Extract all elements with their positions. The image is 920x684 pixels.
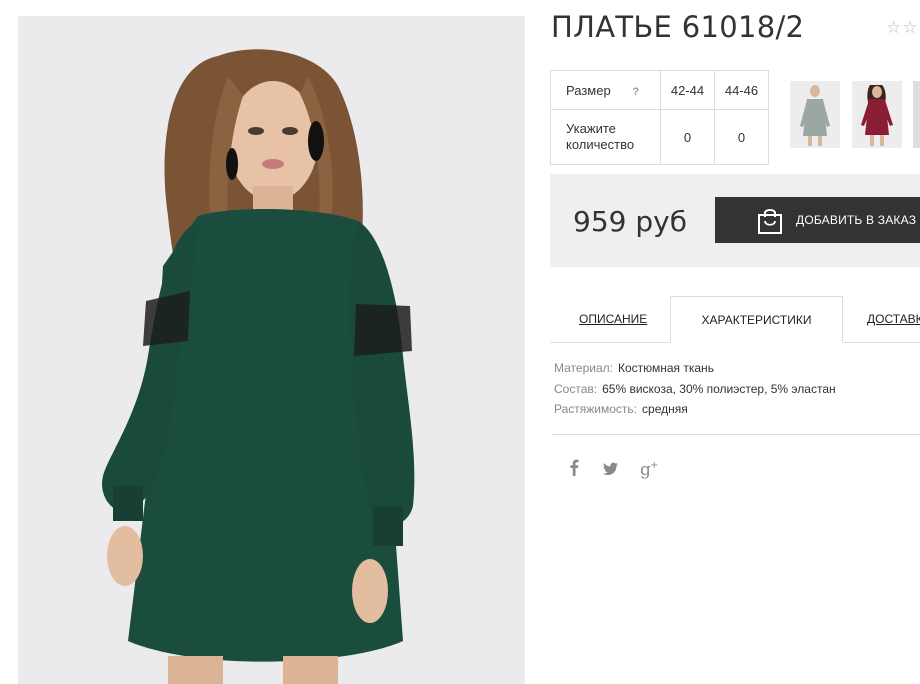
product-tabs: ОПИСАНИЕ ХАРАКТЕРИСТИКИ ДОСТАВКА [550,296,920,343]
size-label: Размер [566,82,611,98]
add-to-order-label: ДОБАВИТЬ В ЗАКАЗ [796,213,917,227]
rating-stars-icon[interactable]: ☆☆ [886,18,918,38]
facebook-icon[interactable] [568,458,580,483]
price-panel: 959 руб ДОБАВИТЬ В ЗАКАЗ [550,174,920,267]
size-table: Размер ? 42-44 44-46 Укажите количество … [550,70,769,165]
product-main-image[interactable] [18,16,525,684]
characteristic-row: Состав: 65% вискоза, 30% полиэстер, 5% эл… [554,379,836,400]
thumbnail-more[interactable] [913,81,920,148]
size-help-icon[interactable]: ? [632,86,639,98]
characteristic-key: Растяжимость: [554,402,638,416]
quantity-label-line1: Укажите [566,121,616,136]
product-price: 959 руб [573,205,687,238]
characteristic-value: средняя [642,402,688,416]
characteristic-row: Материал: Костюмная ткань [554,358,836,379]
characteristic-key: Материал: [554,361,613,375]
characteristic-row: Растяжимость: средняя [554,399,836,420]
thumbnail-burgundy-dress[interactable] [852,81,902,148]
characteristic-value: 65% вискоза, 30% полиэстер, 5% эластан [602,381,836,396]
size-label-cell: Размер ? [550,70,661,110]
size-option-44-46: 44-46 [714,70,769,110]
svg-text:+: + [650,460,658,471]
tab-description[interactable]: ОПИСАНИЕ [579,296,647,341]
shopping-bag-icon [757,207,783,238]
google-plus-icon[interactable]: g + [640,458,660,485]
divider [552,434,920,435]
add-to-order-button[interactable]: ДОБАВИТЬ В ЗАКАЗ [715,197,920,243]
thumbnail-grey-dress[interactable] [790,81,840,148]
quantity-input-42-44[interactable]: 0 [660,109,715,165]
characteristics-list: Материал: Костюмная ткань Состав: 65% виск… [554,358,836,420]
tab-characteristics[interactable]: ХАРАКТЕРИСТИКИ [670,296,843,343]
tab-delivery[interactable]: ДОСТАВКА [867,296,920,341]
characteristic-key: Состав: [554,381,598,396]
quantity-label-cell: Укажите количество [550,109,661,165]
size-option-42-44: 42-44 [660,70,715,110]
characteristic-value: Костюмная ткань [617,361,714,375]
quantity-input-44-46[interactable]: 0 [714,109,769,165]
product-title: ПЛАТЬЕ 61018/2 [551,10,805,44]
twitter-icon[interactable] [603,458,619,483]
quantity-label-line2: количество [566,137,635,152]
model-in-green-dress-illustration [18,16,525,684]
